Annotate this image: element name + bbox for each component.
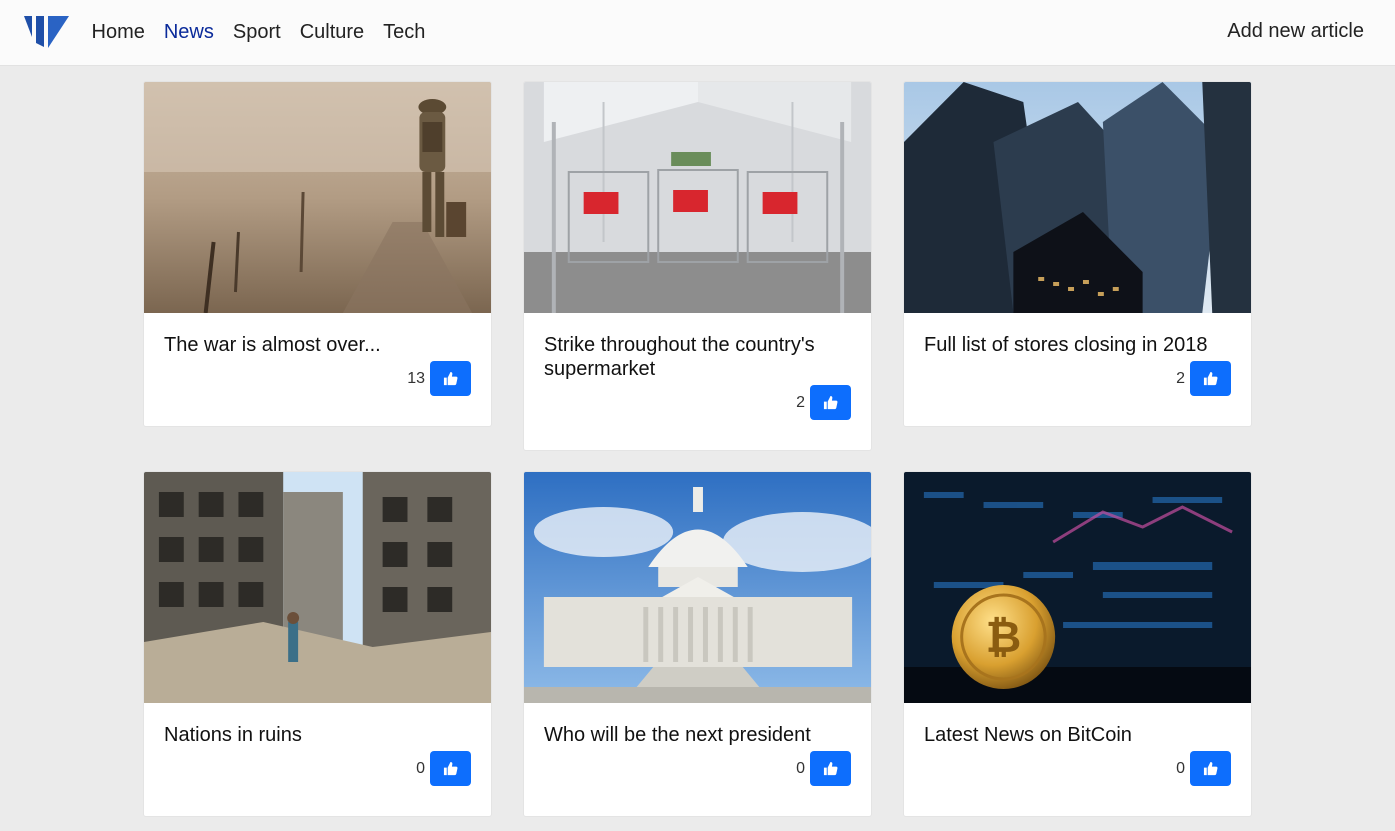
- thumbs-up-icon: [823, 395, 838, 410]
- like-count: 0: [796, 759, 805, 777]
- article-title[interactable]: Strike throughout the country's supermar…: [544, 333, 851, 381]
- like-button[interactable]: [1190, 361, 1231, 396]
- brand-logo-icon[interactable]: [22, 13, 70, 51]
- like-button[interactable]: [810, 385, 851, 420]
- like-count: 2: [796, 393, 805, 411]
- like-count: 0: [416, 759, 425, 777]
- main-nav: Home News Sport Culture Tech: [82, 0, 435, 64]
- like-count: 0: [1176, 759, 1185, 777]
- thumbs-up-icon: [823, 761, 838, 776]
- nav-link-sport[interactable]: Sport: [223, 21, 290, 44]
- article-card: Strike throughout the country's supermar…: [523, 81, 872, 451]
- article-card: The war is almost over... 13: [143, 81, 492, 427]
- thumbs-up-icon: [443, 761, 458, 776]
- thumbs-up-icon: [443, 371, 458, 386]
- nav-link-tech[interactable]: Tech: [374, 21, 435, 44]
- article-title[interactable]: Nations in ruins: [164, 723, 471, 747]
- capitol-building-image[interactable]: [524, 472, 871, 703]
- article-title[interactable]: Latest News on BitCoin: [924, 723, 1231, 747]
- thumbs-up-icon: [1203, 371, 1218, 386]
- like-count: 13: [407, 369, 425, 387]
- like-button[interactable]: [1190, 751, 1231, 786]
- article-card: Nations in ruins 0: [143, 471, 492, 817]
- like-button[interactable]: [430, 361, 471, 396]
- skyscrapers-image[interactable]: [904, 82, 1251, 313]
- article-card: Who will be the next president 0: [523, 471, 872, 817]
- svg-text:₿: ₿: [986, 612, 1022, 663]
- article-title[interactable]: Who will be the next president: [544, 723, 851, 747]
- ruined-buildings-image[interactable]: [144, 472, 491, 703]
- nav-link-news[interactable]: News: [154, 21, 223, 44]
- article-title[interactable]: Full list of stores closing in 2018: [924, 333, 1231, 357]
- article-card: ₿ Latest News on BitCoin 0: [903, 471, 1252, 817]
- like-button[interactable]: [430, 751, 471, 786]
- nav-link-home[interactable]: Home: [82, 21, 154, 44]
- like-button[interactable]: [810, 751, 851, 786]
- top-navbar: Home News Sport Culture Tech Add new art…: [0, 0, 1395, 66]
- shopping-carts-image[interactable]: [524, 82, 871, 313]
- article-card: Full list of stores closing in 2018 2: [903, 81, 1252, 427]
- thumbs-up-icon: [1203, 761, 1218, 776]
- add-new-article-link[interactable]: Add new article: [1227, 20, 1364, 43]
- article-title[interactable]: The war is almost over...: [164, 333, 471, 357]
- like-count: 2: [1176, 369, 1185, 387]
- bitcoin-coin-image[interactable]: ₿: [904, 472, 1251, 703]
- soldier-walking-image[interactable]: [144, 82, 491, 313]
- nav-link-culture[interactable]: Culture: [290, 21, 373, 44]
